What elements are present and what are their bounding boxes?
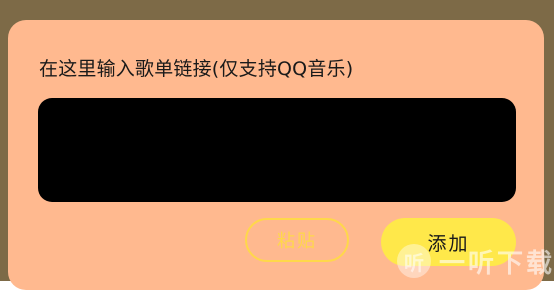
listen-logo-icon: 听 bbox=[397, 244, 431, 278]
site-watermark: 听 一听下载 bbox=[397, 242, 554, 280]
dialog-title: 在这里输入歌单链接(仅支持QQ音乐) bbox=[39, 58, 354, 80]
watermark-text: 一听下载 bbox=[439, 248, 554, 279]
paste-button[interactable]: 粘贴 bbox=[245, 218, 349, 262]
playlist-link-input[interactable] bbox=[38, 98, 516, 202]
